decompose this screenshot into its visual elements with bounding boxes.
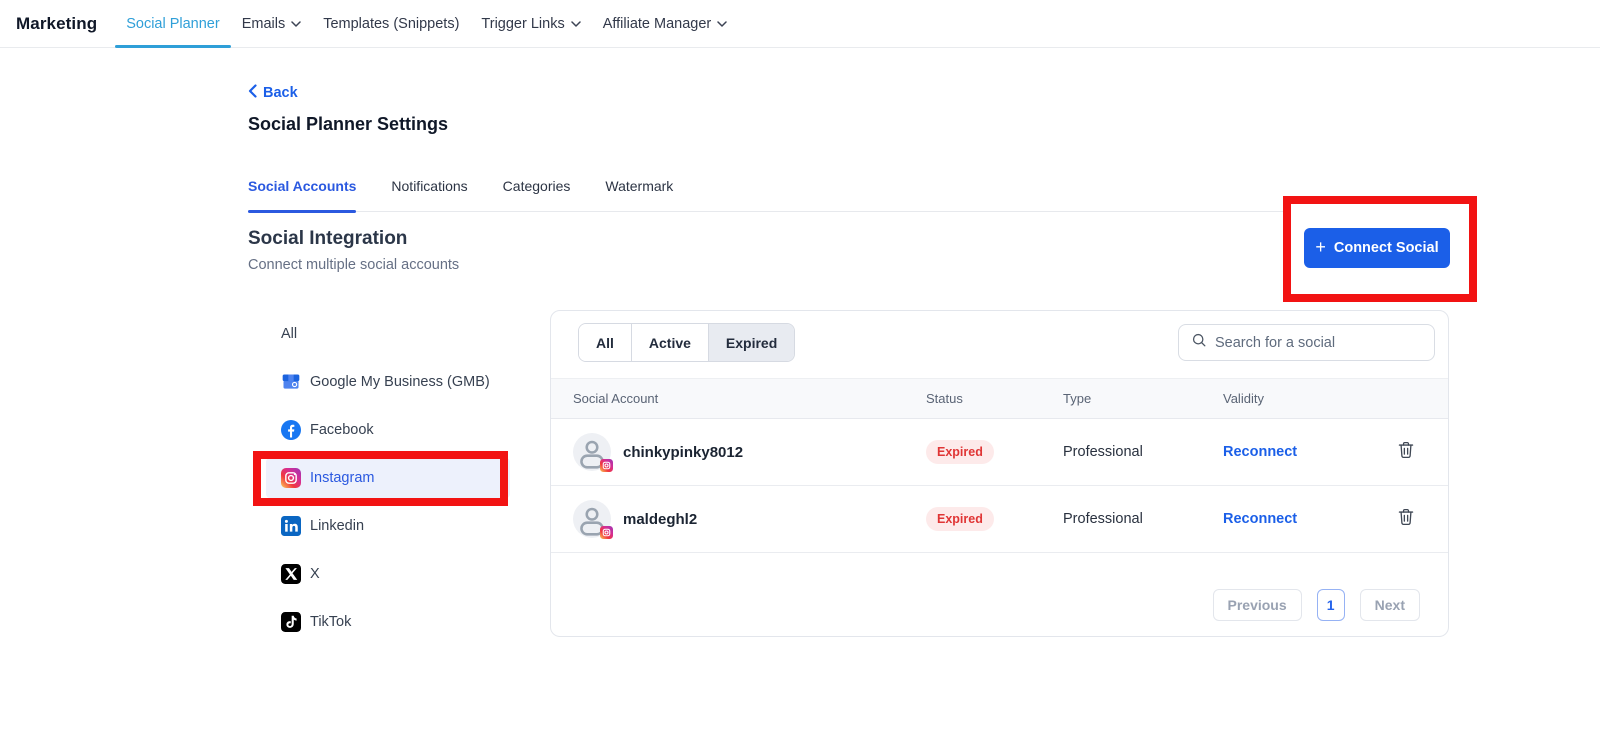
account-type: Professional <box>1063 511 1223 527</box>
chevron-left-icon <box>248 84 257 102</box>
nav-item-templates-snippets[interactable]: Templates (Snippets) <box>312 0 470 48</box>
gmb-icon <box>281 372 301 392</box>
sidebar-item-google-my-business[interactable]: Google My Business (GMB) <box>266 358 510 406</box>
nav-item-trigger-links[interactable]: Trigger Links <box>470 0 591 48</box>
status-filter-group: All Active Expired <box>578 323 795 362</box>
sidebar-item-linkedin[interactable]: Linkedin <box>266 502 510 550</box>
instagram-badge-icon <box>600 459 613 472</box>
back-label: Back <box>263 85 298 101</box>
table-row: chinkypinky8012 Expired Professional Rec… <box>551 419 1448 486</box>
sidebar-item-label: Linkedin <box>310 518 364 534</box>
table-header: Social Account Status Type Validity <box>551 378 1448 419</box>
chevron-down-icon <box>717 21 727 27</box>
delete-account-button[interactable] <box>1397 440 1417 460</box>
sidebar-item-label: TikTok <box>310 614 351 630</box>
tab-watermark[interactable]: Watermark <box>605 178 673 211</box>
nav-item-affiliate-manager[interactable]: Affiliate Manager <box>592 0 739 48</box>
tiktok-icon <box>281 612 301 632</box>
sidebar-item-all[interactable]: All <box>266 310 510 358</box>
filter-all-button[interactable]: All <box>579 324 632 361</box>
next-page-button[interactable]: Next <box>1360 589 1420 621</box>
connect-social-button[interactable]: + Connect Social <box>1304 228 1450 268</box>
avatar <box>573 433 611 471</box>
instagram-badge-icon <box>600 526 613 539</box>
avatar <box>573 500 611 538</box>
sidebar-item-x[interactable]: X <box>266 550 510 598</box>
column-header-status: Status <box>926 391 1063 406</box>
chevron-down-icon <box>571 21 581 27</box>
column-header-social-account: Social Account <box>573 391 926 406</box>
reconnect-link[interactable]: Reconnect <box>1223 444 1297 460</box>
plus-icon: + <box>1315 238 1326 256</box>
annotation-box-connect-social: + Connect Social <box>1283 196 1477 302</box>
sidebar-item-facebook[interactable]: Facebook <box>266 406 510 454</box>
filter-expired-button[interactable]: Expired <box>709 324 794 361</box>
pagination: Previous 1 Next <box>1213 589 1421 621</box>
sidebar-item-label: X <box>310 566 320 582</box>
section-subtitle: Connect multiple social accounts <box>248 257 459 273</box>
previous-page-button[interactable]: Previous <box>1213 589 1302 621</box>
tab-social-accounts[interactable]: Social Accounts <box>248 178 356 211</box>
settings-tabs: Social Accounts Notifications Categories… <box>248 178 1283 212</box>
nav-item-label: Affiliate Manager <box>603 16 712 32</box>
page-title: Social Planner Settings <box>248 114 448 135</box>
back-link[interactable]: Back <box>248 84 298 102</box>
reconnect-link[interactable]: Reconnect <box>1223 511 1297 527</box>
account-type: Professional <box>1063 444 1223 460</box>
nav-item-emails[interactable]: Emails <box>231 0 313 48</box>
tab-notifications[interactable]: Notifications <box>391 178 467 211</box>
nav-item-label: Trigger Links <box>481 16 564 32</box>
search-social-box <box>1178 324 1435 361</box>
sidebar-item-label: All <box>281 326 297 342</box>
table-row: maldeghl2 Expired Professional Reconnect <box>551 486 1448 553</box>
status-badge: Expired <box>926 507 994 531</box>
chevron-down-icon <box>291 21 301 27</box>
status-badge: Expired <box>926 440 994 464</box>
search-icon <box>1191 332 1207 353</box>
linkedin-icon <box>281 516 301 536</box>
sidebar-item-tiktok[interactable]: TikTok <box>266 598 510 646</box>
search-input[interactable] <box>1215 335 1422 351</box>
sidebar-item-label: Facebook <box>310 422 374 438</box>
nav-item-label: Templates (Snippets) <box>323 16 459 32</box>
connect-social-label: Connect Social <box>1334 240 1439 256</box>
delete-account-button[interactable] <box>1397 507 1417 527</box>
column-header-validity: Validity <box>1223 391 1383 406</box>
sidebar-item-label: Google My Business (GMB) <box>310 374 490 390</box>
section-title: Social Integration <box>248 228 407 250</box>
annotation-box-instagram <box>253 451 508 506</box>
social-planner-settings-page: Marketing Social Planner Emails Template… <box>0 0 1600 750</box>
account-name: chinkypinky8012 <box>623 444 743 461</box>
current-page-button[interactable]: 1 <box>1317 589 1345 621</box>
account-name: maldeghl2 <box>623 511 697 528</box>
tab-categories[interactable]: Categories <box>503 178 571 211</box>
nav-item-label: Emails <box>242 16 286 32</box>
column-header-type: Type <box>1063 391 1223 406</box>
marketing-topnav: Marketing Social Planner Emails Template… <box>0 0 1600 48</box>
topnav-items: Social Planner Emails Templates (Snippet… <box>115 0 738 48</box>
facebook-icon <box>281 420 301 440</box>
social-accounts-panel: All Active Expired Social Account Status… <box>550 310 1449 637</box>
nav-item-label: Social Planner <box>126 16 220 32</box>
marketing-title: Marketing <box>16 14 97 34</box>
x-icon <box>281 564 301 584</box>
nav-item-social-planner[interactable]: Social Planner <box>115 0 231 48</box>
filter-active-button[interactable]: Active <box>632 324 709 361</box>
